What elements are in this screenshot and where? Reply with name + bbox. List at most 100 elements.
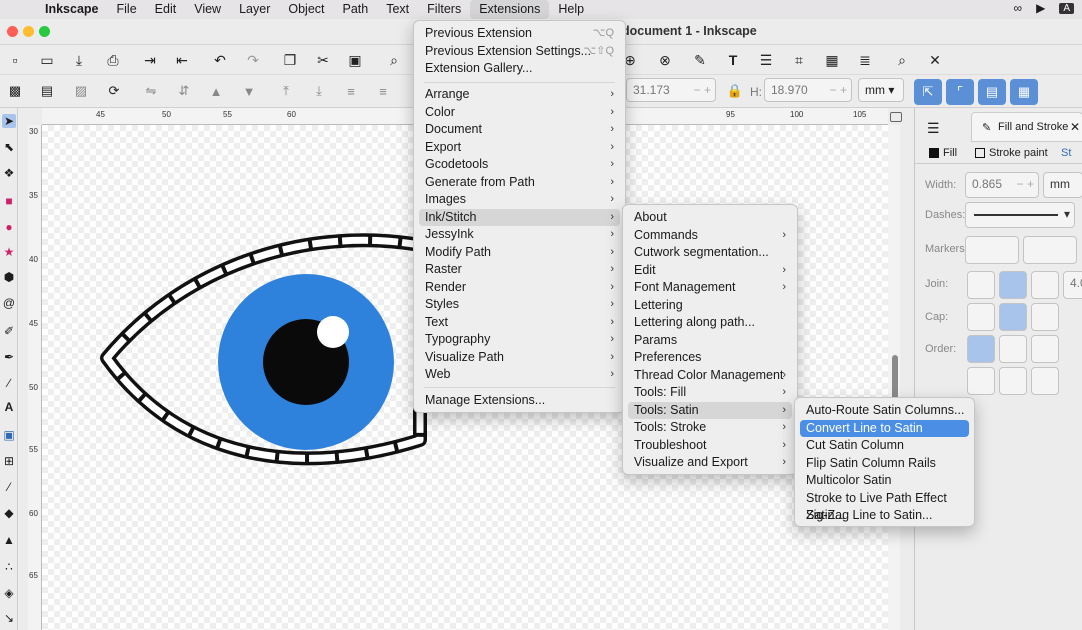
menu-edit[interactable]: Edit [146,0,186,19]
move-gradients-button[interactable]: ▤ [978,79,1006,105]
xml-editor-icon[interactable]: ⌗ [789,50,809,70]
cut-icon[interactable]: ✂ [313,50,333,70]
menu-item-tools-fill[interactable]: Tools: Fill › [628,384,792,402]
end-marker-select[interactable] [1023,236,1077,264]
menu-item-lettering-along-path[interactable]: Lettering along path... [628,314,792,332]
layers-tab-icon[interactable]: ☰ [927,120,940,137]
menu-item-jessyink[interactable]: JessyInk › [419,226,620,244]
rectangle-tool-icon[interactable]: ■ [2,194,16,208]
spiral-tool-icon[interactable]: @ [2,296,16,310]
menu-file[interactable]: File [108,0,146,19]
select-all-icon[interactable]: ▩ [6,82,24,100]
zoom-icon[interactable]: ⌕ [384,50,404,70]
canvas-toggle-icon[interactable] [890,112,902,122]
menu-layer[interactable]: Layer [230,0,279,19]
menu-item-commands[interactable]: Commands › [628,227,792,245]
text-tool-icon[interactable]: T [723,50,743,70]
glasses-icon[interactable]: ∞ [1014,1,1023,15]
3d-box-tool-icon[interactable]: ⬢ [2,270,16,284]
preferences-icon[interactable]: ✕ [925,50,945,70]
menu-item-images[interactable]: Images › [419,191,620,209]
menu-item-extension-gallery[interactable]: Extension Gallery... [419,60,620,78]
height-field[interactable]: 18.970− + [764,78,852,102]
order-button-2[interactable] [999,335,1027,363]
lower-icon[interactable]: ▼ [240,82,258,100]
raise-to-top-icon[interactable]: ⤒ [277,82,295,100]
document-properties-icon[interactable]: ▦ [822,50,842,70]
order-button-5[interactable] [999,367,1027,395]
menu-item-text[interactable]: Text › [419,314,620,332]
dropper-tool-icon[interactable]: ⁄ [2,480,16,494]
close-tab-icon[interactable]: ✕ [1070,120,1080,134]
menu-extensions[interactable]: Extensions [470,0,550,19]
menu-item-raster[interactable]: Raster › [419,261,620,279]
order-button-1[interactable] [967,335,995,363]
eraser-tool-icon[interactable]: ▲ [2,533,16,547]
menu-text[interactable]: Text [377,0,418,19]
connector-tool-icon[interactable]: ◈ [2,586,16,600]
menu-item-typography[interactable]: Typography › [419,331,620,349]
menu-item-arrange[interactable]: Arrange › [419,86,620,104]
layers-icon[interactable]: ☰ [756,50,776,70]
minimize-window-button[interactable] [23,26,34,37]
play-icon[interactable]: ▶ [1036,1,1045,15]
undo-icon[interactable]: ↶ [210,50,230,70]
scale-stroke-button[interactable]: ⇱ [914,79,942,105]
paste-icon[interactable]: ▣ [345,50,365,70]
align-bottom-icon[interactable]: ≡ [374,82,392,100]
tab-fill[interactable]: Fill [943,147,957,159]
menu-item-flip-satin-column-rails[interactable]: Flip Satin Column Rails [800,455,969,473]
new-document-icon[interactable]: ▫ [5,50,25,70]
menu-view[interactable]: View [185,0,230,19]
menu-item-tools-satin[interactable]: Tools: Satin › [628,401,792,419]
flip-vertical-icon[interactable]: ⇵ [175,82,193,100]
tab-stroke-paint[interactable]: Stroke paint [989,147,1048,159]
zoom-window-button[interactable] [39,26,50,37]
menu-item-styles[interactable]: Styles › [419,296,620,314]
menu-item-gcodetools[interactable]: Gcodetools › [419,156,620,174]
node-tool-icon[interactable]: ⬉ [2,140,16,154]
menu-item-preferences[interactable]: Preferences [628,349,792,367]
menu-object[interactable]: Object [279,0,333,19]
menu-item-cut-satin-column[interactable]: Cut Satin Column [800,437,969,455]
rotate-icon[interactable]: ⟳ [105,82,123,100]
menu-item-visualize-and-export[interactable]: Visualize and Export › [628,454,792,472]
lower-to-bottom-icon[interactable]: ⤓ [310,82,328,100]
stroke-unit-select[interactable]: mm [1043,172,1082,198]
menu-filters[interactable]: Filters [418,0,470,19]
close-window-button[interactable] [7,26,18,37]
raise-icon[interactable]: ▲ [207,82,225,100]
menu-item-edit[interactable]: Edit › [628,262,792,280]
flip-horizontal-icon[interactable]: ⇋ [142,82,160,100]
start-marker-select[interactable] [965,236,1019,264]
pencil-tool-icon[interactable]: ✐ [2,324,16,338]
miter-join-button[interactable] [967,271,995,299]
dashes-select[interactable]: ▾ [965,202,1075,228]
align-top-icon[interactable]: ≡ [342,82,360,100]
butt-cap-button[interactable] [967,303,995,331]
menu-item-cutwork-segmentation[interactable]: Cutwork segmentation... [628,244,792,262]
calligraphy-tool-icon[interactable]: ∕ [2,376,16,390]
pen-tool-icon[interactable]: ✒ [2,350,16,364]
menu-item-font-management[interactable]: Font Management › [628,279,792,297]
menu-item-thread-color-management[interactable]: Thread Color Management › [628,367,792,385]
lock-icon[interactable]: 🔒 [726,82,744,100]
menu-item-export[interactable]: Export › [419,139,620,157]
menu-item-auto-route-satin-columns[interactable]: Auto-Route Satin Columns... [800,402,969,420]
bevel-join-button[interactable] [1031,271,1059,299]
select-all-layers-icon[interactable]: ▤ [38,82,56,100]
align-icon[interactable]: ≣ [855,50,875,70]
menu-item-manage-extensions[interactable]: Manage Extensions... [419,392,620,410]
scale-corners-button[interactable]: ⌜ [946,79,974,105]
menu-item-color[interactable]: Color › [419,104,620,122]
unit-select[interactable]: mm ▾ [858,78,904,102]
menu-app[interactable]: Inkscape [36,0,108,19]
menu-item-zig-zag-line-to-satin[interactable]: Zig-Zag Line to Satin... [800,507,969,525]
move-patterns-button[interactable]: ▦ [1010,79,1038,105]
menu-item-stroke-to-live-path-effect-satin[interactable]: Stroke to Live Path Effect Satin... [800,490,969,523]
menu-item-about[interactable]: About [628,209,792,227]
stroke-width-field[interactable]: 0.865− + [965,172,1039,198]
redo-icon[interactable]: ↷ [243,50,263,70]
apple-icon[interactable] [0,0,36,19]
edit-fill-icon[interactable]: ✎ [690,50,710,70]
